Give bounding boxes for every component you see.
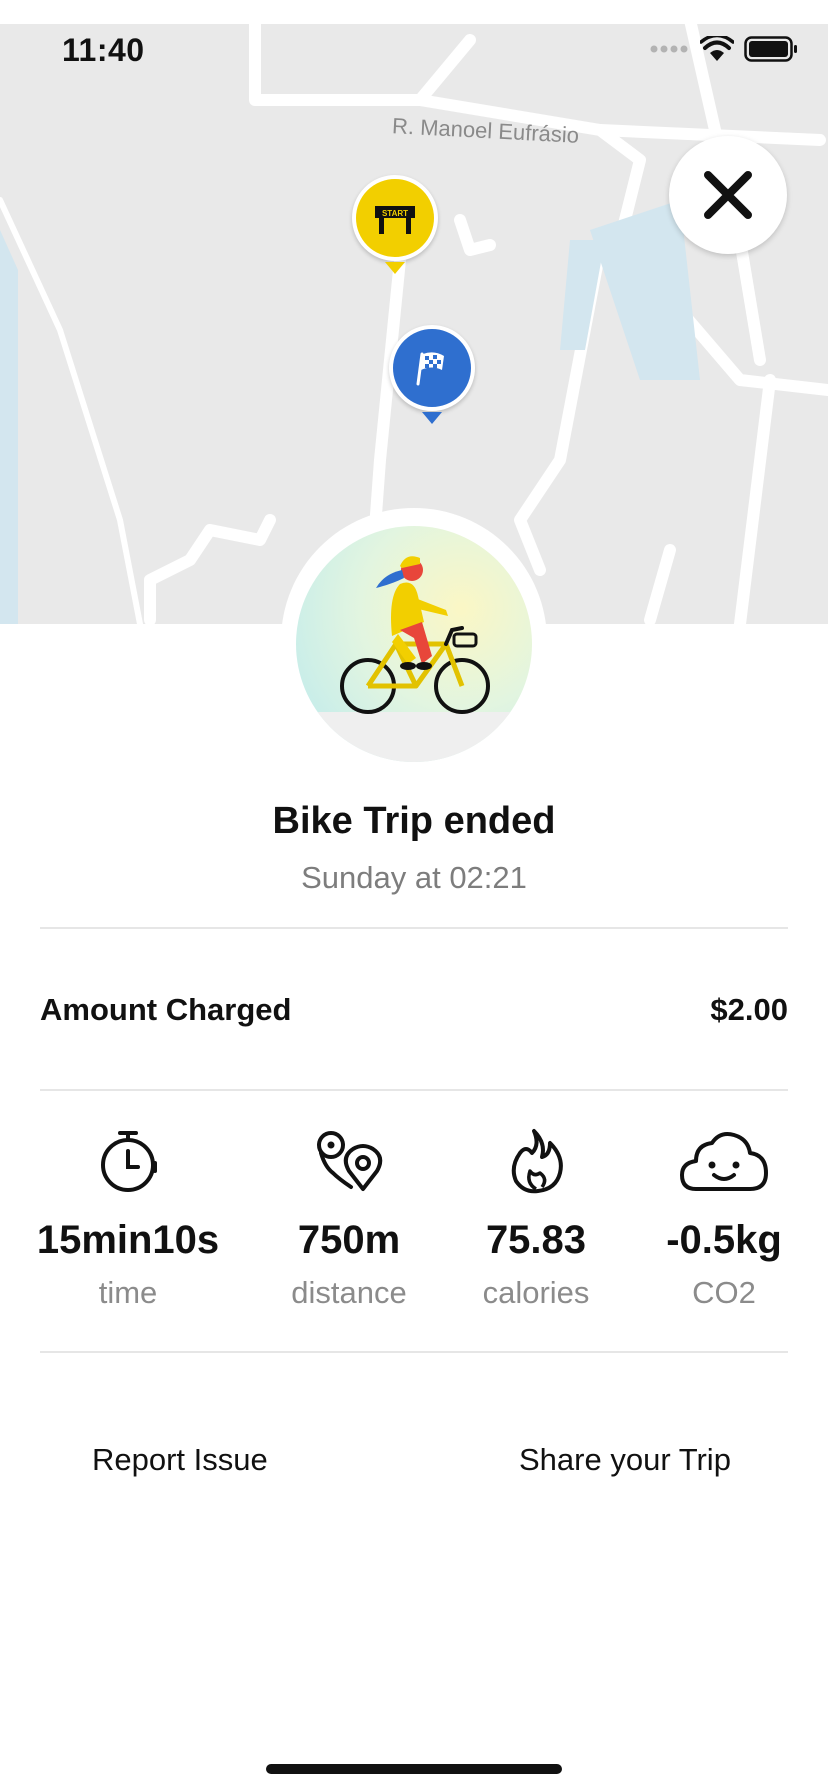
report-issue-button[interactable]: Report Issue: [92, 1442, 268, 1478]
start-pin-text: START: [382, 209, 408, 218]
location-pin-icon: [317, 1131, 383, 1191]
smiling-cloud-icon: [680, 1132, 768, 1191]
finish-pin[interactable]: [389, 325, 475, 411]
start-pin[interactable]: START: [352, 175, 438, 261]
stat-calories-value: 75.83: [485, 1218, 587, 1262]
share-trip-button[interactable]: Share your Trip: [519, 1442, 731, 1478]
stopwatch-icon: [101, 1131, 157, 1192]
stat-distance-label: distance: [291, 1275, 407, 1310]
trip-stats: 15min10s time 750m distance 75.83 calori…: [0, 1124, 828, 1344]
stat-time-value: 15min10s: [36, 1218, 220, 1262]
divider: [40, 1351, 788, 1353]
close-icon: [704, 171, 752, 219]
amount-charged-value: $2.00: [710, 992, 788, 1027]
status-bar: 11:40: [0, 0, 828, 100]
trip-title: Bike Trip ended: [272, 800, 556, 842]
stat-co2: -0.5kg CO2: [624, 1124, 824, 1311]
status-icons: [650, 36, 798, 62]
trip-date: Sunday at 02:21: [301, 860, 527, 895]
start-banner-icon: START: [375, 206, 415, 234]
flame-icon: [511, 1129, 563, 1194]
checkered-flag-icon: [416, 352, 444, 386]
divider: [40, 927, 788, 929]
amount-charged-label: Amount Charged: [40, 992, 292, 1027]
home-indicator[interactable]: [266, 1764, 562, 1774]
wifi-icon: [700, 36, 734, 61]
stat-distance-value: 750m: [297, 1218, 401, 1262]
stat-time-label: time: [98, 1275, 158, 1310]
battery-icon: [744, 36, 797, 62]
signal-icon: [650, 45, 688, 53]
finish-pin-tail: [422, 412, 442, 424]
stat-co2-value: -0.5kg: [666, 1218, 782, 1262]
divider: [40, 1089, 788, 1091]
start-pin-tail: [385, 262, 405, 274]
stat-calories: 75.83 calories: [436, 1124, 636, 1311]
stat-co2-label: CO2: [692, 1275, 756, 1310]
bike-rider-illustration: [296, 526, 532, 762]
status-time: 11:40: [62, 32, 145, 68]
close-button[interactable]: [669, 136, 787, 254]
stat-time: 15min10s time: [28, 1124, 228, 1311]
stat-distance: 750m distance: [249, 1124, 449, 1311]
stat-calories-label: calories: [482, 1275, 590, 1310]
bike-rider-icon: [340, 556, 490, 714]
